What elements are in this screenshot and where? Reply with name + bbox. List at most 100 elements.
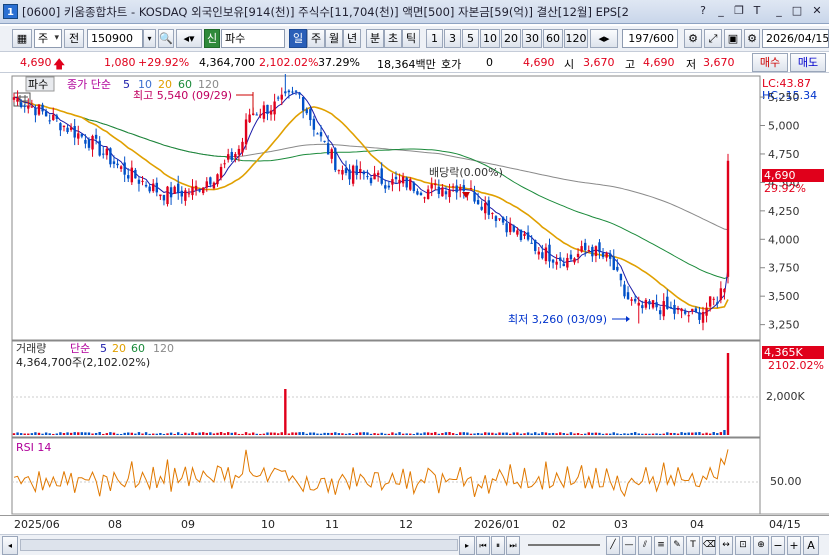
volume-bar xyxy=(209,432,212,435)
skip-start-icon[interactable]: ⏮ xyxy=(476,536,490,555)
volume-bar xyxy=(644,433,648,435)
interval-5[interactable]: 5 xyxy=(462,29,479,48)
crosshair-icon[interactable]: ⤢ xyxy=(704,29,722,48)
candle-body xyxy=(566,257,569,268)
tab-tick[interactable]: 틱 xyxy=(402,29,420,48)
period-select[interactable]: 주 xyxy=(34,29,62,48)
candle-body xyxy=(255,114,258,116)
pen-tool-icon[interactable]: ✎ xyxy=(670,536,684,555)
settings-icon[interactable]: ⚙ xyxy=(744,29,760,48)
close-button[interactable]: ✕ xyxy=(809,4,825,19)
zoom-in-icon[interactable]: + xyxy=(787,536,801,555)
erase-tool-icon[interactable]: ⌫ xyxy=(702,536,716,555)
volume-bar xyxy=(716,433,719,435)
volume-bar xyxy=(127,432,130,435)
zoom-icon[interactable]: ⊕ xyxy=(753,536,769,555)
skip-end-icon[interactable]: ⏭ xyxy=(506,536,520,555)
sell-button[interactable]: 매도 xyxy=(790,53,826,72)
save-icon[interactable]: ▣ xyxy=(724,29,742,48)
candle-body xyxy=(380,168,383,184)
tab-yearly[interactable]: 년 xyxy=(343,29,361,48)
volume-bar xyxy=(355,432,358,435)
minimize-small-button[interactable]: _ xyxy=(713,4,729,19)
minimize-button[interactable]: _ xyxy=(771,4,787,19)
scroll-right-icon[interactable]: ▸ xyxy=(459,536,475,555)
tab-weekly[interactable]: 주 xyxy=(307,29,325,48)
volume-bar xyxy=(112,432,116,435)
stock-name-field[interactable]: 파수 xyxy=(221,29,285,48)
volume-bar xyxy=(177,432,180,435)
prev-button[interactable]: 전 xyxy=(64,29,84,48)
page-count-field[interactable]: 197/600 xyxy=(622,29,678,48)
candle-body xyxy=(134,169,137,179)
scroll-left-icon[interactable]: ◂ xyxy=(2,536,18,555)
volume-bar xyxy=(62,433,66,435)
buy-button[interactable]: 매수 xyxy=(752,53,788,72)
candle-body xyxy=(673,304,676,314)
candle-body xyxy=(12,97,16,100)
interval-120[interactable]: 120 xyxy=(564,29,588,48)
channel-tool-icon[interactable]: ⫽ xyxy=(638,536,652,555)
interval-spinner[interactable]: ◂▸ xyxy=(590,29,618,48)
dividend-annotation: 배당락(0.00%) xyxy=(429,166,503,179)
volume-bar xyxy=(530,433,533,435)
volume-bar xyxy=(587,432,590,435)
layout-icon[interactable]: ▦ xyxy=(12,29,32,48)
volume-bar xyxy=(44,432,48,435)
pin-button[interactable]: T xyxy=(749,4,765,19)
candle-body xyxy=(480,206,483,210)
tab-second[interactable]: 초 xyxy=(384,29,402,48)
tab-minute[interactable]: 분 xyxy=(366,29,384,48)
candle-body xyxy=(191,186,194,196)
tab-monthly[interactable]: 월 xyxy=(325,29,343,48)
volume-legend-label: 거래량 xyxy=(16,342,46,355)
line-tool-icon[interactable]: ╱ xyxy=(606,536,620,555)
search-icon[interactable]: 🔍 xyxy=(158,29,174,48)
volume-ma60-legend: 60 xyxy=(131,342,145,355)
sound-icon[interactable]: ◂▾ xyxy=(176,29,202,48)
maximize-button[interactable]: □ xyxy=(789,4,805,19)
tools-icon[interactable]: ⚙ xyxy=(684,29,702,48)
volume-bar xyxy=(626,433,630,435)
stock-chart[interactable]: 파수 종가 단순 5 10 20 60 120 LC:43.87 HC:-15.… xyxy=(0,74,829,534)
volume-bar xyxy=(537,433,540,435)
volume-ma5-legend: 5 xyxy=(100,342,107,355)
interval-20[interactable]: 20 xyxy=(501,29,521,48)
scroll-bar[interactable]: ◂ ▸ ⏮ ⏸ ⏭ ╱ — ⫽ ≡ ✎ T ⌫ ↔ ⊡ ⊕ − + A xyxy=(0,534,829,555)
volume-bar xyxy=(359,432,362,435)
date-field[interactable]: 2026/04/15 xyxy=(762,29,829,48)
code-dropdown-icon[interactable]: ▾ xyxy=(143,29,156,48)
candle-body xyxy=(148,186,151,192)
zoom-slider[interactable] xyxy=(528,544,600,546)
pause-icon[interactable]: ⏸ xyxy=(491,536,505,555)
fib-tool-icon[interactable]: ≡ xyxy=(654,536,668,555)
interval-10[interactable]: 10 xyxy=(480,29,500,48)
scroll-track[interactable] xyxy=(20,539,458,551)
interval-60[interactable]: 60 xyxy=(543,29,563,48)
hline-tool-icon[interactable]: — xyxy=(622,536,636,555)
candle-body xyxy=(576,253,580,258)
candle-body xyxy=(608,253,612,259)
interval-30[interactable]: 30 xyxy=(522,29,542,48)
help-button[interactable]: ? xyxy=(695,4,711,19)
tab-daily[interactable]: 일 xyxy=(289,29,307,48)
auto-scale-button[interactable]: A xyxy=(803,536,819,555)
candle-body xyxy=(669,306,673,309)
interval-1[interactable]: 1 xyxy=(426,29,443,48)
candle-body xyxy=(394,176,398,180)
fit-icon[interactable]: ↔ xyxy=(719,536,733,555)
volume-bar xyxy=(630,432,633,435)
volume-bar xyxy=(633,432,637,435)
stock-code-input[interactable]: 150900 xyxy=(87,29,143,48)
open-label: 시 xyxy=(564,58,575,71)
text-tool-icon[interactable]: T xyxy=(686,536,700,555)
zoom-out-icon[interactable]: − xyxy=(771,536,785,555)
volume-bar xyxy=(387,433,391,435)
candle-body xyxy=(41,104,44,112)
y-tick-label: 4,750 xyxy=(768,148,800,161)
zoom-fit-icon[interactable]: ⊡ xyxy=(735,536,751,555)
restore-small-button[interactable]: ❐ xyxy=(731,4,747,19)
candle-body xyxy=(473,192,476,202)
interval-3[interactable]: 3 xyxy=(444,29,461,48)
volume-bar xyxy=(362,432,366,435)
